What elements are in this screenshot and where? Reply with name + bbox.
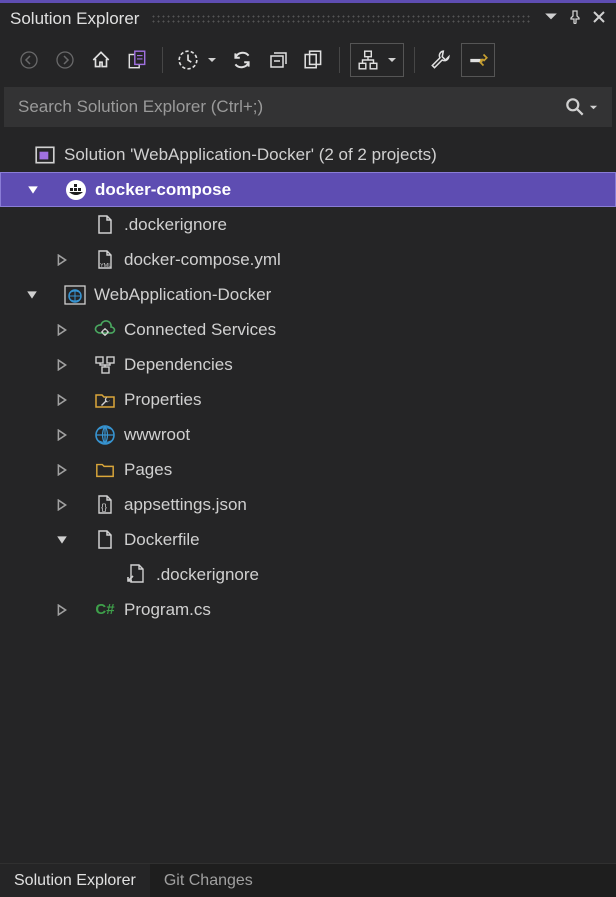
toolbar <box>0 35 616 85</box>
switch-views-button[interactable] <box>122 45 152 75</box>
expander-open-icon[interactable] <box>54 532 70 548</box>
tree-label: .dockerignore <box>124 215 227 235</box>
json-file-icon: {} <box>94 494 116 516</box>
wrench-folder-icon <box>94 389 116 411</box>
tree-label: wwwroot <box>124 425 190 445</box>
tab-solution-explorer[interactable]: Solution Explorer <box>0 864 150 897</box>
webapplication-project[interactable]: WebApplication-Docker <box>0 277 616 312</box>
bottom-tabs: Solution Explorer Git Changes <box>0 863 616 897</box>
dependencies-icon <box>94 354 116 376</box>
tree-item-appsettings[interactable]: {} appsettings.json <box>0 487 616 522</box>
show-all-files-button[interactable] <box>299 45 329 75</box>
docker-compose-project[interactable]: docker-compose <box>0 172 616 207</box>
toolbar-separator <box>162 47 163 73</box>
toolbar-separator <box>339 47 340 73</box>
folder-icon <box>94 459 116 481</box>
properties-button[interactable] <box>425 45 455 75</box>
csharp-file-icon: C# <box>94 599 116 621</box>
tree-item-dockerignore[interactable]: .dockerignore <box>0 207 616 242</box>
file-icon <box>94 529 116 551</box>
tree-label: appsettings.json <box>124 495 247 515</box>
tree-item-properties[interactable]: Properties <box>0 382 616 417</box>
pending-changes-filter[interactable] <box>173 45 221 75</box>
hierarchy-button[interactable] <box>353 45 383 75</box>
solution-explorer-panel: Solution Explorer <box>0 3 616 897</box>
docker-icon <box>65 179 87 201</box>
expander-open-icon[interactable] <box>24 287 40 303</box>
tree-item-dockerignore-nested[interactable]: .dockerignore <box>0 557 616 592</box>
tree-label: Solution 'WebApplication-Docker' (2 of 2… <box>64 145 437 165</box>
solution-icon <box>34 144 56 166</box>
view-mode-group <box>350 43 404 77</box>
close-icon[interactable] <box>592 10 606 28</box>
tree-item-docker-compose-yml[interactable]: YML docker-compose.yml <box>0 242 616 277</box>
expander-closed-icon[interactable] <box>54 462 70 478</box>
tree-item-dependencies[interactable]: Dependencies <box>0 347 616 382</box>
expander-closed-icon[interactable] <box>54 357 70 373</box>
tree-item-wwwroot[interactable]: wwwroot <box>0 417 616 452</box>
tree-label: docker-compose.yml <box>124 250 281 270</box>
expander-closed-icon[interactable] <box>54 322 70 338</box>
toolbar-separator <box>414 47 415 73</box>
expander-open-icon[interactable] <box>25 182 41 198</box>
preview-button[interactable] <box>461 43 495 77</box>
chevron-down-icon[interactable] <box>203 55 221 65</box>
forward-button[interactable] <box>50 45 80 75</box>
search-input[interactable] <box>18 97 564 117</box>
window-controls <box>544 10 606 28</box>
expander-closed-icon[interactable] <box>54 497 70 513</box>
globe-icon <box>94 424 116 446</box>
tree-label: Properties <box>124 390 201 410</box>
dropdown-arrow-icon[interactable] <box>544 10 558 28</box>
panel-titlebar: Solution Explorer <box>0 3 616 35</box>
web-project-icon <box>64 284 86 306</box>
svg-text:YML: YML <box>100 263 111 269</box>
tree-label: Program.cs <box>124 600 211 620</box>
collapse-all-button[interactable] <box>263 45 293 75</box>
panel-title: Solution Explorer <box>10 9 139 29</box>
tree-label: Connected Services <box>124 320 276 340</box>
tab-git-changes[interactable]: Git Changes <box>150 864 267 897</box>
sync-button[interactable] <box>227 45 257 75</box>
solution-node[interactable]: Solution 'WebApplication-Docker' (2 of 2… <box>0 137 616 172</box>
file-link-icon <box>126 564 148 586</box>
tree-label: Dependencies <box>124 355 233 375</box>
connected-services-icon <box>94 319 116 341</box>
back-button[interactable] <box>14 45 44 75</box>
tree-label: docker-compose <box>95 180 231 200</box>
search-button[interactable] <box>564 96 598 118</box>
tree-label: Pages <box>124 460 172 480</box>
panel-grip[interactable] <box>151 14 532 24</box>
tree-label: Dockerfile <box>124 530 200 550</box>
yml-file-icon: YML <box>94 249 116 271</box>
expander-closed-icon[interactable] <box>54 252 70 268</box>
tree-item-pages[interactable]: Pages <box>0 452 616 487</box>
tree-item-program-cs[interactable]: C# Program.cs <box>0 592 616 627</box>
home-button[interactable] <box>86 45 116 75</box>
chevron-down-icon[interactable] <box>383 55 401 65</box>
solution-tree: Solution 'WebApplication-Docker' (2 of 2… <box>0 133 616 863</box>
chevron-down-icon <box>589 103 598 112</box>
svg-text:{}: {} <box>101 502 107 512</box>
tree-item-connected-services[interactable]: Connected Services <box>0 312 616 347</box>
expander-closed-icon[interactable] <box>54 392 70 408</box>
file-icon <box>94 214 116 236</box>
search-bar <box>4 87 612 127</box>
tree-label: WebApplication-Docker <box>94 285 271 305</box>
expander-closed-icon[interactable] <box>54 602 70 618</box>
tree-label: .dockerignore <box>156 565 259 585</box>
expander-closed-icon[interactable] <box>54 427 70 443</box>
pin-icon[interactable] <box>568 10 582 28</box>
tree-item-dockerfile[interactable]: Dockerfile <box>0 522 616 557</box>
